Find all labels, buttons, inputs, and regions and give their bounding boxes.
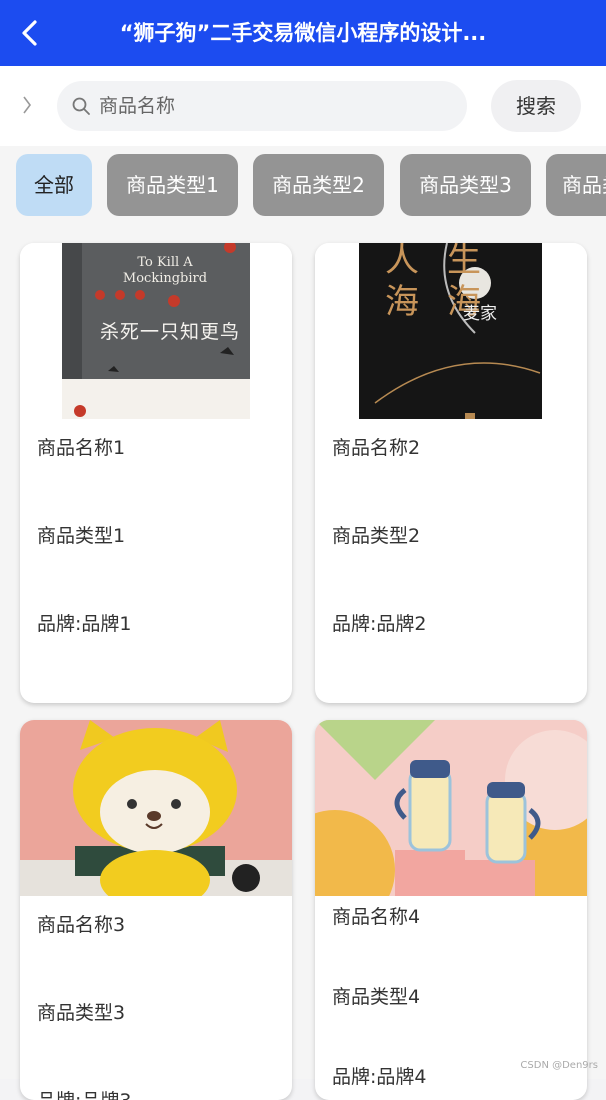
product-card[interactable]: 商品名称4 商品类型4 品牌:品牌4 — [315, 720, 587, 1100]
book-title-cn: 人生海海 — [385, 243, 509, 322]
search-icon — [72, 97, 90, 115]
product-name: 商品名称3 — [37, 914, 126, 936]
product-name: 商品名称2 — [332, 437, 421, 459]
tab-category-4[interactable]: 商品类型4 — [546, 154, 606, 216]
watermark: CSDN @Den9rs — [520, 1060, 598, 1071]
category-tabs: 全部 商品类型1 商品类型2 商品类型3 商品类型4 — [0, 146, 606, 228]
product-brand: 品牌:品牌1 — [37, 613, 132, 635]
product-brand: 品牌:品牌4 — [332, 1066, 427, 1088]
chevron-left-icon[interactable] — [16, 90, 32, 120]
product-card[interactable]: 商品名称3 商品类型3 品牌:品牌3 — [20, 720, 292, 1100]
product-image — [20, 720, 292, 896]
book-title-en: To Kill A Mockingbird — [122, 255, 208, 286]
top-bar: “狮子狗”二手交易微信小程序的设计... — [0, 0, 606, 66]
tab-all[interactable]: 全部 — [16, 154, 92, 216]
search-row: 搜索 — [0, 66, 606, 146]
product-card[interactable]: To Kill A Mockingbird 杀死一只知更鸟 商品名称1 商品类型… — [20, 243, 292, 703]
product-image: To Kill A Mockingbird 杀死一只知更鸟 — [20, 243, 292, 419]
product-type: 商品类型1 — [37, 525, 126, 547]
product-image: 人生海海 麦家 — [315, 243, 587, 419]
product-grid: To Kill A Mockingbird 杀死一只知更鸟 商品名称1 商品类型… — [0, 228, 606, 1100]
book-author: 麦家 — [463, 304, 497, 324]
product-brand: 品牌:品牌2 — [332, 613, 427, 635]
product-type: 商品类型2 — [332, 525, 421, 547]
search-button[interactable]: 搜索 — [491, 80, 581, 132]
product-type: 商品类型4 — [332, 986, 421, 1008]
tab-category-2[interactable]: 商品类型2 — [253, 154, 384, 216]
product-type: 商品类型3 — [37, 1002, 126, 1024]
tab-category-3[interactable]: 商品类型3 — [400, 154, 531, 216]
product-brand: 品牌:品牌3 — [37, 1086, 132, 1100]
product-image — [315, 720, 587, 896]
page-title: “狮子狗”二手交易微信小程序的设计... — [119, 21, 487, 45]
search-input[interactable] — [99, 81, 449, 131]
product-name: 商品名称4 — [332, 906, 421, 928]
product-name: 商品名称1 — [37, 437, 126, 459]
product-card[interactable]: 人生海海 麦家 商品名称2 商品类型2 品牌:品牌2 — [315, 243, 587, 703]
search-box[interactable] — [57, 81, 467, 131]
back-arrow-icon[interactable] — [14, 16, 48, 50]
book-title-cn: 杀死一只知更鸟 — [100, 321, 241, 343]
tab-category-1[interactable]: 商品类型1 — [107, 154, 238, 216]
